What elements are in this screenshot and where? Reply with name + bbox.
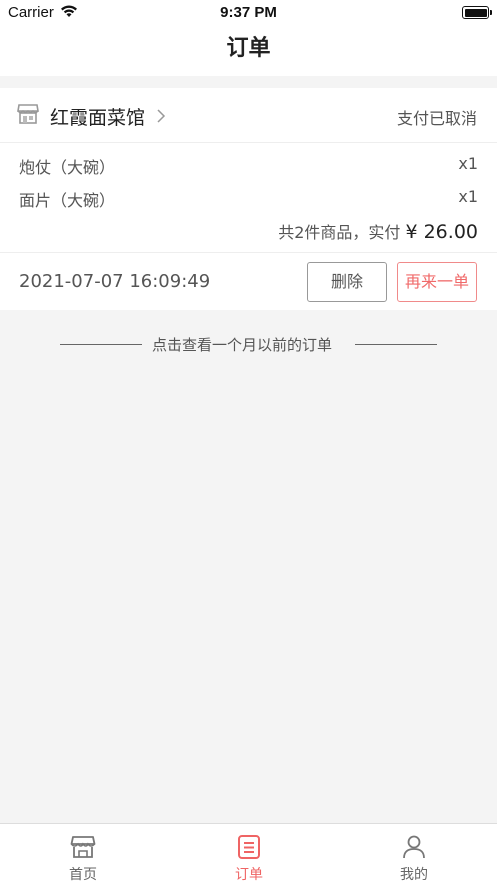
- reorder-button[interactable]: 再来一单: [397, 262, 477, 302]
- item-quantity: x1: [458, 154, 478, 173]
- delete-button[interactable]: 删除: [307, 262, 387, 302]
- order-actions: 2021-07-07 16:09:49 删除 再来一单: [0, 252, 497, 310]
- tab-orders[interactable]: 订单: [166, 824, 332, 883]
- older-orders-link[interactable]: 点击查看一个月以前的订单: [60, 333, 437, 355]
- divider-line: [355, 344, 437, 345]
- item-name: 炮仗（大碗）: [19, 158, 116, 177]
- tab-profile[interactable]: 我的: [331, 824, 497, 883]
- user-icon: [401, 834, 427, 864]
- chevron-right-icon: [156, 108, 166, 128]
- shop-row[interactable]: 红霞面菜馆 支付已取消: [0, 88, 497, 143]
- status-bar: Carrier 9:37 PM: [0, 0, 497, 26]
- older-orders-text[interactable]: 点击查看一个月以前的订单: [152, 334, 332, 355]
- summary-text: 共2件商品，实付: [278, 223, 401, 242]
- order-list-icon: [236, 834, 262, 864]
- tab-label: 订单: [235, 867, 263, 883]
- order-item: 面片（大碗） x1: [0, 183, 497, 213]
- total-price: ¥ 26.00: [405, 221, 478, 243]
- order-summary: 共2件商品，实付 ¥ 26.00: [278, 219, 478, 243]
- shop-icon: [17, 104, 39, 128]
- page-title: 订单: [226, 36, 271, 61]
- navigation-bar: 订单: [0, 26, 497, 76]
- item-name: 面片（大碗）: [19, 191, 116, 210]
- item-quantity: x1: [458, 187, 478, 206]
- clock-time: 9:37 PM: [220, 4, 277, 21]
- tab-home[interactable]: 首页: [0, 824, 166, 883]
- order-status: 支付已取消: [396, 109, 477, 128]
- order-time: 2021-07-07 16:09:49: [19, 271, 211, 292]
- order-card[interactable]: 红霞面菜馆 支付已取消 炮仗（大碗） x1 面片（大碗） x1 共2件商品，实付…: [0, 88, 497, 310]
- tab-label: 我的: [400, 867, 428, 883]
- tab-label: 首页: [69, 867, 97, 883]
- shop-name[interactable]: 红霞面菜馆: [50, 103, 145, 130]
- tab-bar: 首页 订单 我的: [0, 823, 497, 883]
- battery-icon: [462, 6, 492, 19]
- order-item: 炮仗（大碗） x1: [0, 150, 497, 180]
- store-icon: [70, 834, 96, 864]
- divider-line: [60, 344, 142, 345]
